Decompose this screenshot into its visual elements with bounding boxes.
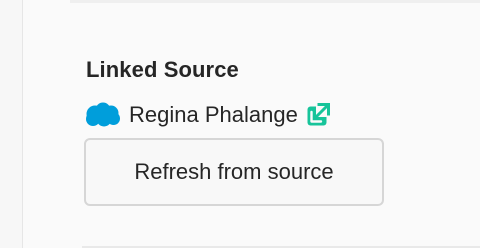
external-link-icon[interactable] bbox=[306, 103, 330, 127]
salesforce-cloud-icon bbox=[84, 102, 121, 128]
refresh-from-source-button[interactable]: Refresh from source bbox=[84, 138, 384, 206]
left-panel-edge bbox=[0, 0, 23, 248]
linked-source-heading: Linked Source bbox=[86, 57, 239, 82]
source-name: Regina Phalange bbox=[129, 102, 298, 127]
linked-source-row: Regina Phalange bbox=[84, 100, 330, 130]
